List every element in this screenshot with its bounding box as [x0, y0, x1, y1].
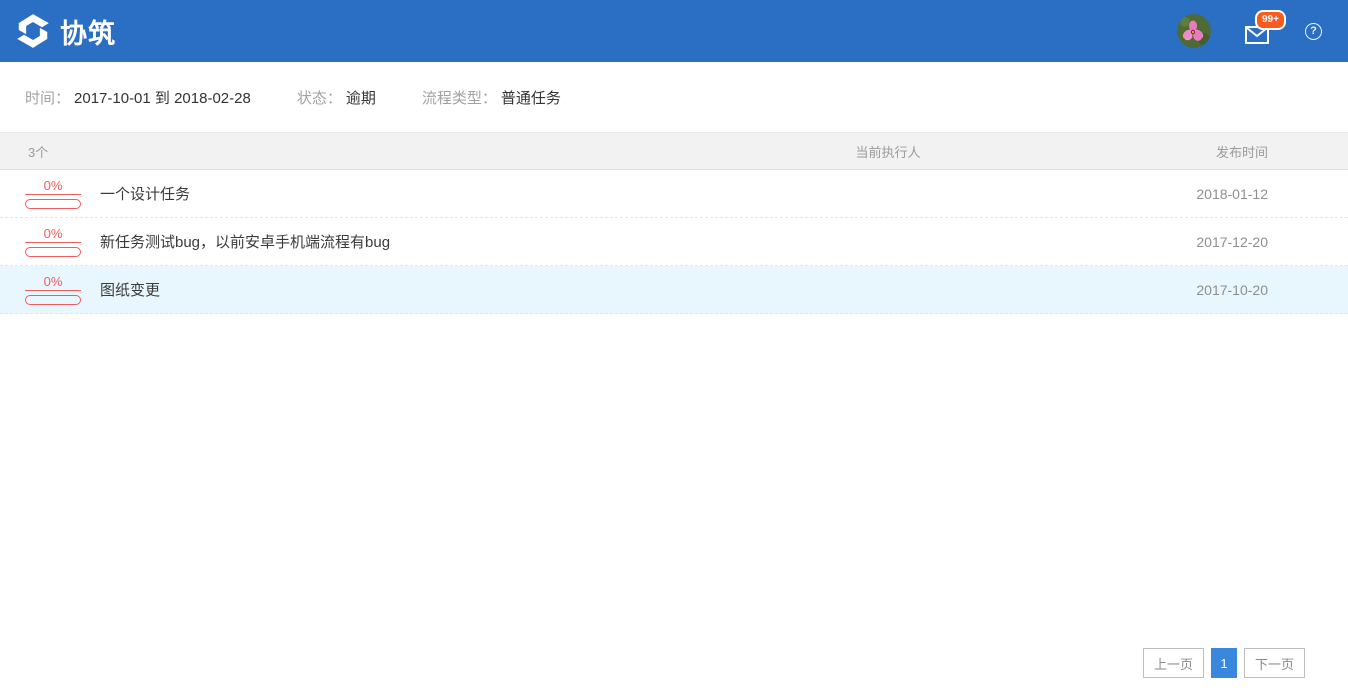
- progress-bar: [25, 247, 81, 257]
- table-header: 3个 当前执行人 发布时间: [0, 132, 1348, 170]
- filter-status-value[interactable]: 逾期: [346, 87, 376, 108]
- filter-time-value[interactable]: 2017-10-01 到 2018-02-28: [74, 87, 251, 108]
- task-title[interactable]: 一个设计任务: [100, 183, 190, 204]
- task-publish-date: 2017-10-20: [1068, 282, 1348, 298]
- task-title[interactable]: 新任务测试bug，以前安卓手机端流程有bug: [100, 231, 390, 252]
- filter-status: 状态： 逾期: [297, 87, 376, 108]
- table-header-count: 3个: [0, 142, 708, 161]
- pagination: 上一页 1 下一页: [1143, 648, 1305, 678]
- filter-bar: 时间： 2017-10-01 到 2018-02-28 状态： 逾期 流程类型：…: [0, 62, 1348, 132]
- next-page-button[interactable]: 下一页: [1244, 648, 1305, 678]
- filter-type: 流程类型： 普通任务: [422, 87, 561, 108]
- progress-bar: [25, 295, 81, 305]
- brand-name: 协筑: [60, 12, 116, 51]
- current-page-button[interactable]: 1: [1211, 648, 1237, 678]
- table-row[interactable]: 0% 图纸变更 2017-10-20: [0, 266, 1348, 314]
- filter-type-label: 流程类型：: [422, 87, 497, 108]
- progress-indicator: 0%: [25, 178, 81, 209]
- filter-time-label: 时间：: [25, 87, 70, 108]
- progress-percent: 0%: [25, 178, 81, 195]
- table-row[interactable]: 0% 一个设计任务 2018-01-12: [0, 170, 1348, 218]
- filter-status-label: 状态：: [297, 87, 342, 108]
- app-header: 协筑 99: [0, 0, 1348, 62]
- filter-type-value[interactable]: 普通任务: [501, 87, 561, 108]
- messages-button[interactable]: 99+: [1245, 18, 1271, 44]
- prev-page-button[interactable]: 上一页: [1143, 648, 1204, 678]
- brand[interactable]: 协筑: [14, 12, 116, 51]
- avatar[interactable]: [1177, 14, 1211, 48]
- progress-indicator: 0%: [25, 274, 81, 305]
- table-header-executor: 当前执行人: [708, 142, 1068, 161]
- progress-percent: 0%: [25, 226, 81, 243]
- help-icon[interactable]: ?: [1305, 23, 1322, 40]
- task-publish-date: 2018-01-12: [1068, 186, 1348, 202]
- table-header-publish-time: 发布时间: [1068, 142, 1348, 161]
- table-row[interactable]: 0% 新任务测试bug，以前安卓手机端流程有bug 2017-12-20: [0, 218, 1348, 266]
- notification-badge: 99+: [1255, 10, 1286, 30]
- progress-percent: 0%: [25, 274, 81, 291]
- filter-time: 时间： 2017-10-01 到 2018-02-28: [25, 87, 251, 108]
- progress-bar: [25, 199, 81, 209]
- task-publish-date: 2017-12-20: [1068, 234, 1348, 250]
- brand-logo-icon: [14, 12, 52, 50]
- task-title[interactable]: 图纸变更: [100, 279, 160, 300]
- progress-indicator: 0%: [25, 226, 81, 257]
